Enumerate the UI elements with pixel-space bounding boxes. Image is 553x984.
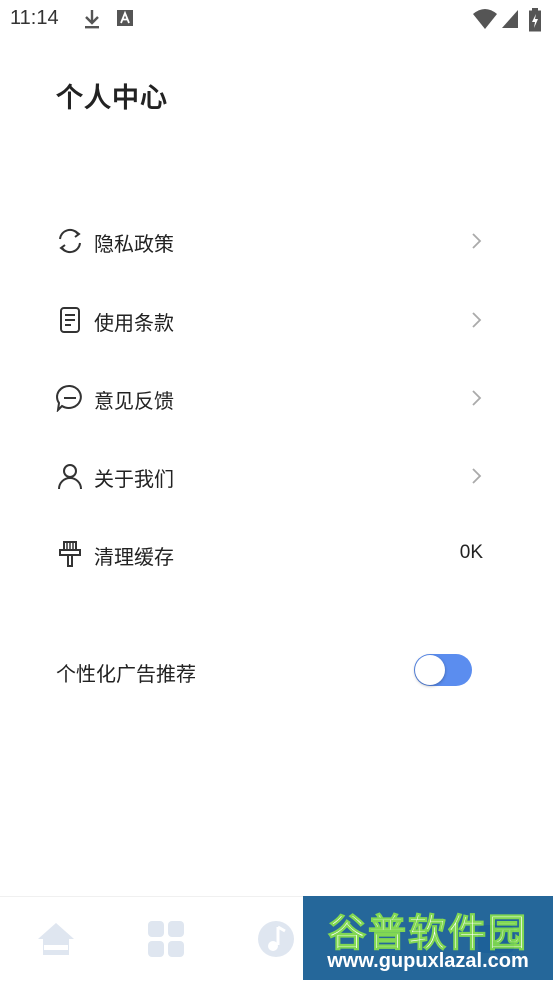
page-title: 个人中心 (56, 83, 168, 114)
menu-item-clear-cache[interactable]: 清理缓存 0K (0, 524, 553, 584)
music-icon[interactable] (256, 919, 296, 959)
grid-icon[interactable] (146, 919, 186, 959)
person-icon (58, 464, 82, 490)
chevron-right-icon (472, 390, 482, 406)
watermark: 谷普软件园 www.gupuxlazal.com (303, 896, 553, 980)
refresh-icon (59, 228, 81, 254)
battery-charging-icon (529, 8, 541, 32)
menu-item-label: 意见反馈 (94, 389, 174, 413)
keyboard-a-icon (117, 10, 133, 26)
chevron-right-icon (472, 233, 482, 249)
menu-item-about-us[interactable]: 关于我们 (0, 446, 553, 506)
personalized-ads-label: 个性化广告推荐 (56, 662, 196, 686)
download-icon (85, 10, 99, 29)
menu-item-label: 清理缓存 (94, 545, 174, 569)
chevron-right-icon (472, 468, 482, 484)
cache-size-value: 0K (459, 542, 483, 563)
broom-icon (59, 541, 81, 567)
personalized-ads-toggle[interactable] (414, 654, 472, 686)
signal-icon (502, 10, 518, 28)
chat-bubble-icon (56, 384, 82, 412)
toggle-knob (415, 655, 445, 685)
menu-item-label: 关于我们 (94, 467, 174, 491)
menu-item-label: 隐私政策 (94, 232, 174, 256)
menu-item-feedback[interactable]: 意见反馈 (0, 368, 553, 428)
menu-item-terms-of-use[interactable]: 使用条款 (0, 290, 553, 350)
home-icon[interactable] (36, 919, 76, 959)
menu-item-privacy-policy[interactable]: 隐私政策 (0, 211, 553, 271)
chevron-right-icon (472, 312, 482, 328)
watermark-title: 谷普软件园 (327, 911, 528, 956)
personalized-ads-row: 个性化广告推荐 (0, 640, 553, 700)
watermark-url: www.gupuxlazal.com (327, 950, 529, 972)
status-time: 11:14 (10, 7, 59, 29)
document-icon (60, 307, 80, 333)
status-bar: 11:14 (0, 0, 553, 38)
wifi-icon (473, 9, 497, 29)
menu-item-label: 使用条款 (94, 311, 174, 335)
